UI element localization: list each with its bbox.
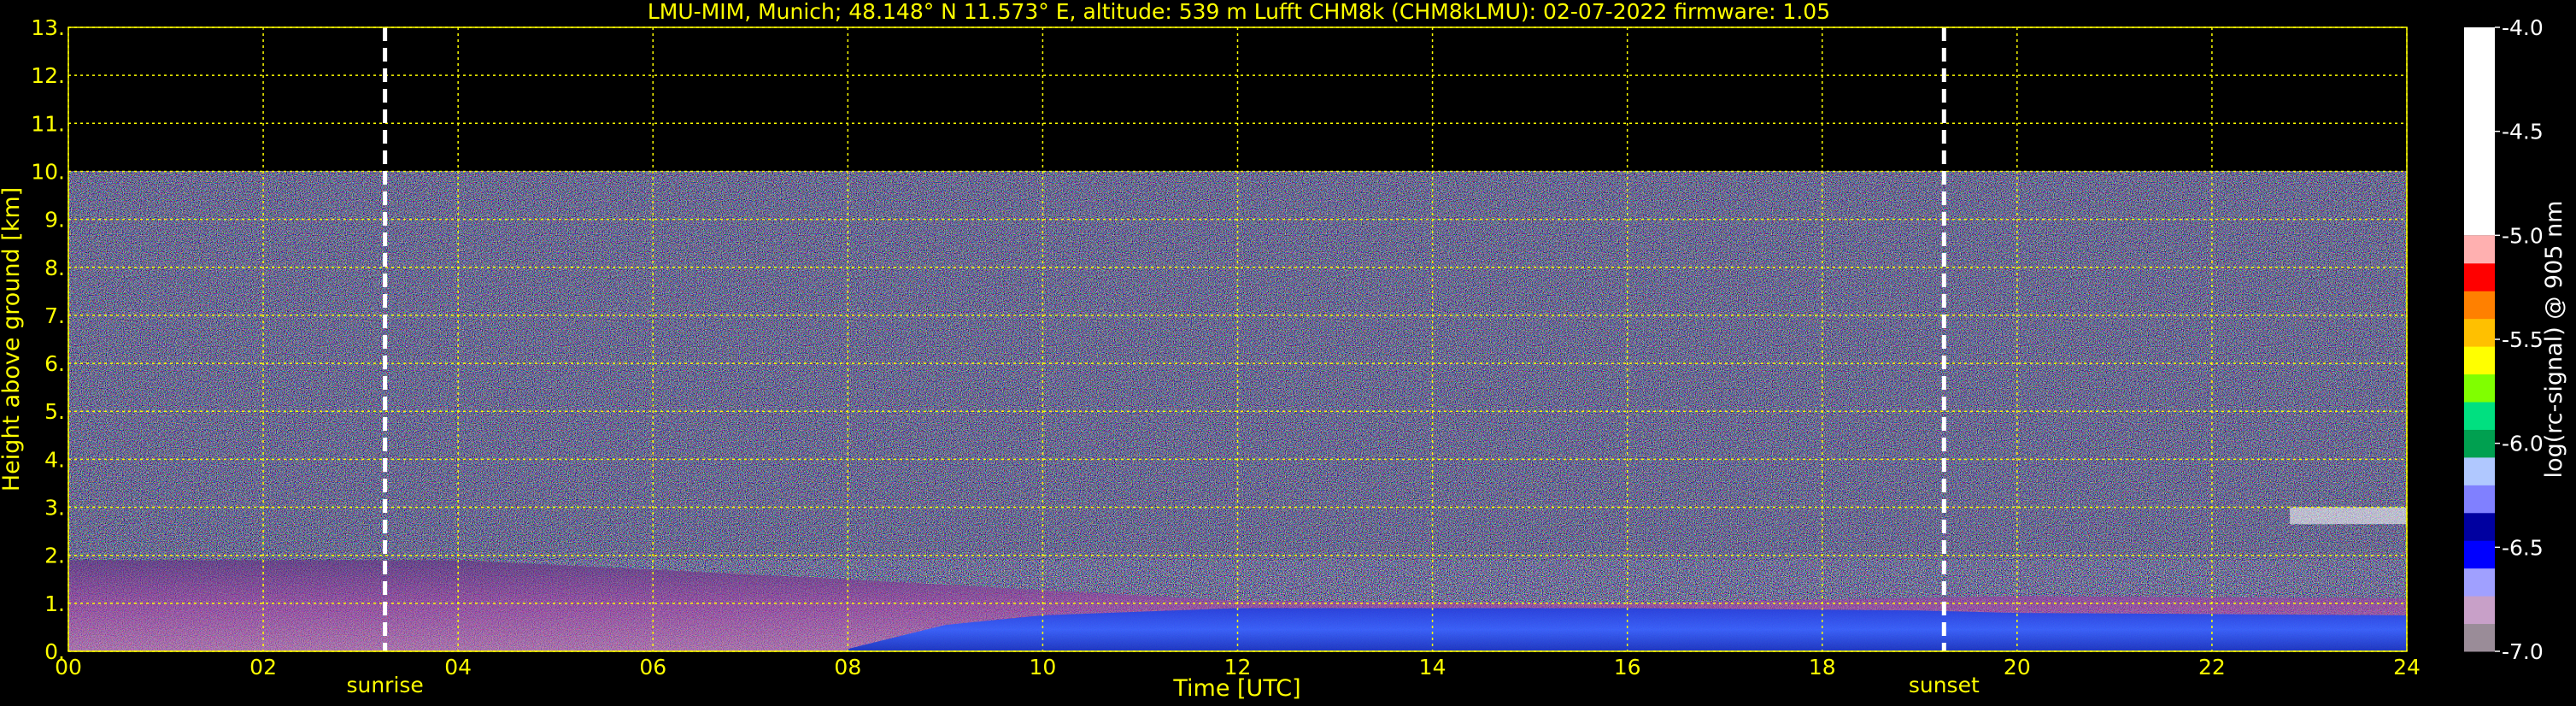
colorbar-tick-label: -6.0 [2502,432,2544,456]
x-tick-label: 24 [2393,655,2421,680]
x-tick-label: 14 [1419,655,1446,680]
y-tick-label: 4. [44,447,65,472]
colorbar-segment [2464,235,2495,264]
colorbar-segment [2464,540,2495,569]
colorbar-segment [2464,27,2495,236]
colorbar-tick-label: -4.0 [2502,15,2544,40]
x-tick-label: 16 [1614,655,1641,680]
colorbar-segment [2464,596,2495,625]
colorbar-segment [2464,262,2495,291]
y-tick-label: 5. [44,399,65,424]
x-axis-label: Time [UTC] [1172,675,1300,702]
colorbar-tick-label: -6.5 [2502,535,2544,560]
x-tick-label: 02 [249,655,277,680]
colorbar-tick-label: -5.5 [2502,327,2544,352]
colorbar-segment [2464,346,2495,375]
x-tick-label: 06 [639,655,666,680]
plot-area [67,26,2408,652]
colorbar-segment [2464,568,2495,597]
y-tick-label: 2. [44,544,65,568]
colorbar-segment [2464,512,2495,541]
y-tick-label: 8. [44,256,65,280]
colorbar-segment [2464,623,2495,652]
event-label-sunrise: sunrise [346,673,423,697]
y-tick-label: 1. [44,591,65,616]
colorbar-segment [2464,291,2495,320]
y-tick-label: 3. [44,496,65,521]
colorbar-segment [2464,374,2495,403]
colorbar-segment [2464,318,2495,347]
x-tick-label: 08 [834,655,861,680]
ceilometer-figure: LMU-MIM, Munich; 48.148° N 11.573° E, al… [0,0,2567,702]
y-tick-label: 7. [44,303,65,328]
y-tick-label: 11. [31,111,65,136]
colorbar-tick-label: -4.5 [2502,120,2544,144]
y-tick-label: 0. [44,639,65,664]
y-tick-label: 10. [31,159,65,184]
colorbar-tick-label: -5.0 [2502,223,2544,248]
chart-title: LMU-MIM, Munich; 48.148° N 11.573° E, al… [648,0,1830,24]
x-tick-label: 18 [1809,655,1836,680]
y-tick-label: 9. [44,208,65,232]
colorbar-label: log(rc-signal) @ 905 nm [2541,201,2567,479]
colorbar-segment [2464,429,2495,458]
colorbar-tick-label: -7.0 [2502,639,2544,664]
colorbar: -4.0 -4.5 -5.0 -5.5 -6.0 -6.5 -7.0 [2464,15,2544,664]
y-tick-label: 13. [31,15,65,40]
x-tick-label: 04 [444,655,472,680]
y-tick-label: 12. [31,63,65,88]
x-tick-label: 20 [2004,655,2031,680]
colorbar-segment [2464,402,2495,430]
event-label-sunset: sunset [1909,673,1980,697]
x-tick-label: 10 [1030,655,1057,680]
colorbar-segment [2464,485,2495,514]
y-tick-label: 6. [44,351,65,376]
layer-cloud [2290,507,2407,525]
y-axis-label: Height above ground [km] [0,187,25,491]
colorbar-segment [2464,456,2495,485]
x-tick-label: 22 [2198,655,2226,680]
